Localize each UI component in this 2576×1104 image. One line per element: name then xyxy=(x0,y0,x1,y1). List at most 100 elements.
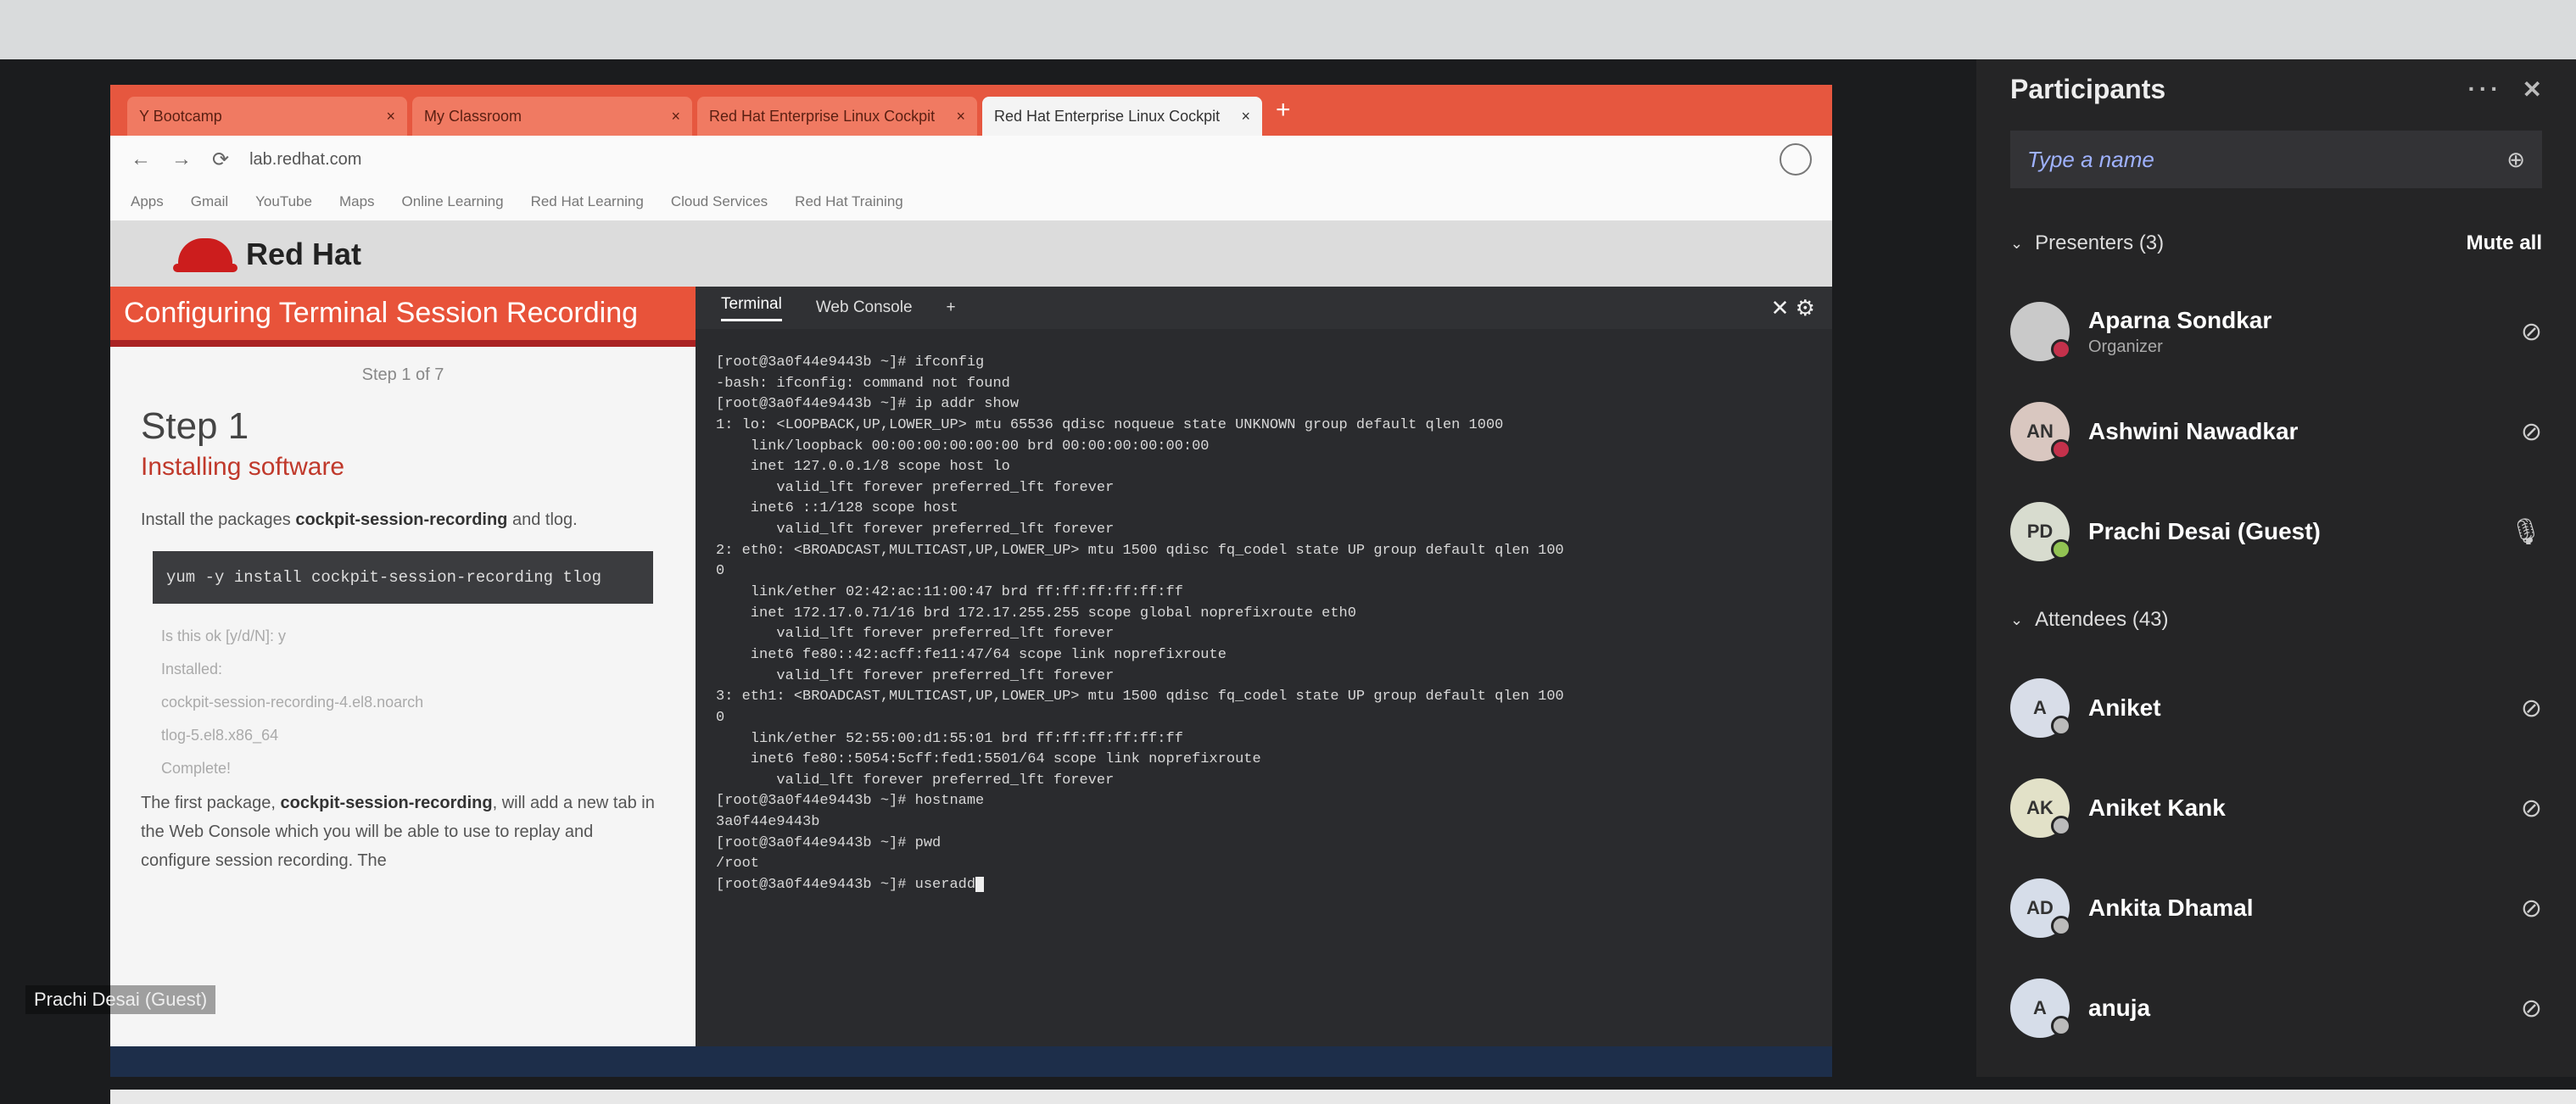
close-icon[interactable]: ✕ xyxy=(2523,75,2542,103)
invite-icon[interactable]: ⊕ xyxy=(2506,147,2525,173)
close-tab-icon[interactable]: × xyxy=(386,108,395,125)
participant-info: anuja xyxy=(2088,995,2150,1022)
body-text: The first package, cockpit-session-recor… xyxy=(141,794,655,871)
more-options-icon[interactable]: ··· xyxy=(2468,75,2502,103)
mic-off-icon[interactable]: ⊘ xyxy=(2521,894,2542,923)
console-tools[interactable]: ✕ ⚙ xyxy=(1771,295,1815,321)
mic-off-icon[interactable]: ⊘ xyxy=(2521,794,2542,823)
bookmark[interactable]: Red Hat Training xyxy=(795,193,903,210)
bookmark[interactable]: Online Learning xyxy=(402,193,504,210)
terminal-line: inet6 ::1/128 scope host xyxy=(716,500,958,517)
close-tab-icon[interactable]: × xyxy=(1241,108,1250,125)
back-icon[interactable]: ← xyxy=(131,148,151,171)
output-line: Is this ok [y/d/N]: y xyxy=(161,627,287,645)
participant-row[interactable]: Aanuja ⊘ xyxy=(1976,958,2576,1058)
participant-info: Aniket Kank xyxy=(2088,795,2226,822)
browser-tab[interactable]: My Classroom × xyxy=(412,97,692,136)
terminal-line: valid_lft forever preferred_lft forever xyxy=(716,521,1115,538)
terminal-line: inet 172.17.0.71/16 brd 172.17.255.255 s… xyxy=(716,605,1356,622)
terminal-cursor xyxy=(975,876,985,892)
add-tab-icon[interactable]: + xyxy=(947,298,956,317)
close-tab-icon[interactable]: × xyxy=(671,108,680,125)
participant-row[interactable]: Aparna Sondkar Organizer ⊘ xyxy=(1976,282,2576,382)
reload-icon[interactable]: ⟳ xyxy=(212,148,229,172)
terminal-line: valid_lft forever preferred_lft forever xyxy=(716,772,1115,789)
console-tabs: Terminal Web Console + ✕ ⚙ xyxy=(696,287,1832,329)
terminal-line: /root xyxy=(716,856,760,873)
participant-name: Aniket xyxy=(2088,694,2161,721)
participants-panel: Participants ··· ✕ Type a name ⊕ ⌄ Prese… xyxy=(1976,59,2576,1077)
bookmarks-bar: Apps Gmail YouTube Maps Online Learning … xyxy=(110,183,1832,221)
bookmark[interactable]: Maps xyxy=(339,193,375,210)
mic-off-icon[interactable]: ⊘ xyxy=(2521,994,2542,1023)
command-block[interactable]: yum -y install cockpit-session-recording… xyxy=(153,551,653,605)
terminal-line: [root@3a0f44e9443b ~]# pwd xyxy=(716,834,942,851)
meeting-screen: Y Bootcamp × My Classroom × Red Hat Enterp… xyxy=(0,59,2576,1104)
chevron-down-icon: ⌄ xyxy=(2010,234,2024,252)
participant-row[interactable]: PD Prachi Desai (Guest) 🎙 xyxy=(1976,482,2576,582)
avatar: A xyxy=(2010,979,2071,1038)
participant-search-input[interactable]: Type a name ⊕ xyxy=(2010,131,2542,188)
terminal-line: valid_lft forever preferred_lft forever xyxy=(716,479,1115,496)
browser-window: Y Bootcamp × My Classroom × Red Hat Enterp… xyxy=(110,85,1832,1064)
step-subtitle: Installing software xyxy=(141,453,345,481)
browser-tab[interactable]: Y Bootcamp × xyxy=(127,97,407,136)
lab-content: Configuring Terminal Session Recording S… xyxy=(110,287,1832,1064)
mic-off-icon[interactable]: ⊘ xyxy=(2521,317,2542,347)
step-counter: Step 1 of 7 xyxy=(361,365,444,384)
terminal-line: link/loopback 00:00:00:00:00:00 brd 00:0… xyxy=(716,438,1210,454)
terminal-line: valid_lft forever preferred_lft forever xyxy=(716,667,1115,684)
participant-info: Aparna Sondkar Organizer xyxy=(2088,307,2271,357)
terminal-line: valid_lft forever preferred_lft forever xyxy=(716,626,1115,643)
bottom-strip xyxy=(110,1090,2576,1104)
bookmark[interactable]: Apps xyxy=(131,193,164,210)
mute-all-button[interactable]: Mute all xyxy=(2467,231,2542,255)
bookmark[interactable]: Gmail xyxy=(191,193,228,210)
step-heading: Step 1 xyxy=(141,405,249,447)
bookmark[interactable]: Red Hat Learning xyxy=(531,193,644,210)
participant-row[interactable]: A Aniket ⊘ xyxy=(1976,658,2576,758)
avatar: A xyxy=(2010,678,2071,738)
terminal-line: link/ether 52:55:00:d1:55:01 brd ff:ff:f… xyxy=(716,730,1183,747)
tab-web-console[interactable]: Web Console xyxy=(816,298,913,317)
participant-name: Aparna Sondkar xyxy=(2088,306,2272,333)
close-tab-icon[interactable]: × xyxy=(956,108,965,125)
redhat-brand: Red Hat xyxy=(246,237,362,271)
bookmark[interactable]: Cloud Services xyxy=(671,193,768,210)
tab-terminal[interactable]: Terminal xyxy=(721,295,782,321)
output-line: Complete! xyxy=(161,759,232,777)
redhat-header: Red Hat xyxy=(110,221,1832,287)
attendees-list: A Aniket ⊘ AK Aniket Kank ⊘ AD Ankita Dhamal ⊘ Aa… xyxy=(1976,658,2576,1058)
participant-row[interactable]: AD Ankita Dhamal ⊘ xyxy=(1976,858,2576,958)
terminal-line: 2: eth0: <BROADCAST,MULTICAST,UP,LOWER_U… xyxy=(716,542,1564,559)
participant-info: Ashwini Nawadkar xyxy=(2088,418,2298,445)
participant-name: Aniket Kank xyxy=(2088,795,2226,821)
presenters-group-header[interactable]: ⌄ Presenters (3) Mute all xyxy=(1976,205,2576,282)
new-tab-button[interactable]: + xyxy=(1267,96,1299,125)
mic-on-icon[interactable]: 🎙 xyxy=(2510,517,2542,547)
forward-icon[interactable]: → xyxy=(171,148,192,171)
presenters-list: Aparna Sondkar Organizer ⊘ AN Ashwini Nawadk… xyxy=(1976,282,2576,582)
output-line: cockpit-session-recording-4.el8.noarch xyxy=(161,693,424,711)
participant-row[interactable]: AN Ashwini Nawadkar ⊘ xyxy=(1976,382,2576,482)
terminal-line: 3a0f44e9443b xyxy=(716,814,820,831)
browser-tab-active[interactable]: Red Hat Enterprise Linux Cockpit × xyxy=(982,97,1262,136)
participant-row[interactable]: AK Aniket Kank ⊘ xyxy=(1976,758,2576,858)
avatar: AD xyxy=(2010,878,2071,938)
terminal-line: [root@3a0f44e9443b ~]# useradd xyxy=(716,875,1812,896)
attendees-group-header[interactable]: ⌄ Attendees (43) xyxy=(1976,582,2576,658)
bookmark[interactable]: YouTube xyxy=(255,193,312,210)
panel-title: Participants xyxy=(2010,73,2166,104)
url-field[interactable]: lab.redhat.com xyxy=(249,150,361,170)
terminal-line: 3: eth1: <BROADCAST,MULTICAST,UP,LOWER_U… xyxy=(716,689,1564,705)
terminal-output[interactable]: [root@3a0f44e9443b ~]# ifconfig -bash: if… xyxy=(696,329,1832,920)
mic-off-icon[interactable]: ⊘ xyxy=(2521,694,2542,723)
status-dot xyxy=(2051,439,2071,460)
mic-off-icon[interactable]: ⊘ xyxy=(2521,417,2542,447)
redhat-logo-icon xyxy=(173,238,237,272)
terminal-line: link/ether 02:42:ac:11:00:47 brd ff:ff:f… xyxy=(716,584,1183,601)
account-icon[interactable] xyxy=(1780,143,1812,176)
terminal-line: 1: lo: <LOOPBACK,UP,LOWER_UP> mtu 65536 … xyxy=(716,416,1504,433)
browser-tab[interactable]: Red Hat Enterprise Linux Cockpit × xyxy=(697,97,977,136)
participant-info: Prachi Desai (Guest) xyxy=(2088,518,2321,545)
